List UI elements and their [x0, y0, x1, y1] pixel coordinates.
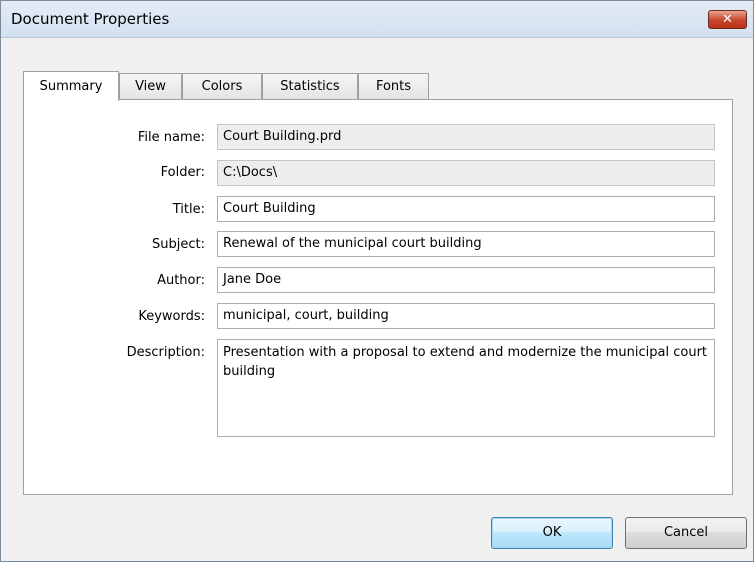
- tab-summary[interactable]: Summary: [23, 71, 119, 101]
- author-field[interactable]: Jane Doe: [217, 267, 715, 293]
- cancel-button[interactable]: Cancel: [625, 517, 747, 549]
- keywords-label: Keywords:: [138, 309, 205, 324]
- dialog-title: Document Properties: [11, 10, 170, 28]
- document-properties-dialog: Document Properties ✕ Summary View Color…: [0, 0, 754, 562]
- tab-fonts[interactable]: Fonts: [358, 73, 429, 100]
- title-label: Title:: [172, 202, 205, 217]
- close-icon: ✕: [722, 12, 733, 27]
- ok-button[interactable]: OK: [491, 517, 613, 549]
- title-field[interactable]: Court Building: [217, 196, 715, 222]
- subject-label: Subject:: [152, 237, 205, 252]
- title-bar[interactable]: Document Properties ✕: [1, 1, 753, 38]
- description-field[interactable]: Presentation with a proposal to extend a…: [217, 339, 715, 437]
- keywords-field[interactable]: municipal, court, building: [217, 303, 715, 329]
- author-label: Author:: [157, 273, 205, 288]
- folder-field[interactable]: C:\Docs\: [217, 160, 715, 186]
- tab-statistics[interactable]: Statistics: [262, 73, 358, 100]
- folder-label: Folder:: [160, 165, 205, 180]
- tab-view[interactable]: View: [119, 73, 182, 100]
- file-name-field[interactable]: Court Building.prd: [217, 124, 715, 150]
- close-button[interactable]: ✕: [708, 10, 747, 29]
- tab-colors[interactable]: Colors: [182, 73, 262, 100]
- subject-field[interactable]: Renewal of the municipal court building: [217, 231, 715, 257]
- file-name-label: File name:: [137, 130, 205, 145]
- description-label: Description:: [126, 345, 205, 360]
